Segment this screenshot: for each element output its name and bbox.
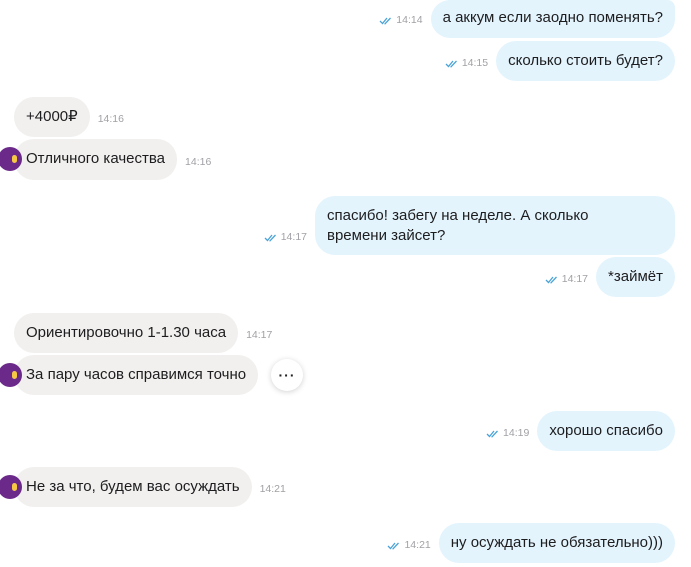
message-meta: 14:16 bbox=[98, 113, 124, 137]
message-time: 14:19 bbox=[503, 427, 530, 439]
message-meta: 14:17 bbox=[264, 231, 307, 255]
read-receipt-icon bbox=[379, 17, 392, 25]
message-incoming[interactable]: Отличного качества 14:16 bbox=[0, 139, 211, 180]
message-time: 14:21 bbox=[259, 483, 286, 495]
message-meta: 14:16 bbox=[185, 156, 211, 180]
more-options-button[interactable]: ··· bbox=[271, 359, 303, 391]
message-incoming[interactable]: +4000₽ 14:16 bbox=[14, 97, 124, 137]
message-bubble[interactable]: За пару часов справимся точно bbox=[14, 355, 259, 395]
message-bubble[interactable]: сколько стоить будет? bbox=[496, 41, 675, 81]
message-bubble[interactable]: *займёт bbox=[596, 257, 675, 297]
more-horizontal-icon: ··· bbox=[278, 367, 296, 383]
read-receipt-icon bbox=[388, 542, 400, 550]
chat-window: 14:14 а аккум если заодно поменять? 14:1… bbox=[0, 0, 691, 567]
message-meta: 14:17 bbox=[246, 329, 272, 353]
message-outgoing[interactable]: 14:15 сколько стоить будет? bbox=[445, 41, 675, 81]
message-bubble[interactable]: Не за что, будем вас осуждать bbox=[14, 467, 252, 507]
message-bubble[interactable]: а аккум если заодно поменять? bbox=[430, 0, 675, 38]
read-receipt-icon bbox=[445, 60, 457, 68]
message-time: 14:17 bbox=[246, 329, 273, 341]
message-meta: 14:21 bbox=[387, 539, 431, 563]
message-meta: 14:15 bbox=[445, 57, 488, 81]
message-incoming[interactable]: За пару часов справимся точно bbox=[0, 355, 259, 395]
read-receipt-icon bbox=[486, 430, 499, 438]
message-bubble[interactable]: +4000₽ bbox=[14, 97, 90, 137]
message-time: 14:15 bbox=[461, 57, 489, 69]
message-meta: 14:17 bbox=[545, 273, 588, 297]
message-time: 14:21 bbox=[404, 539, 431, 551]
message-outgoing[interactable]: 14:14 а аккум если заодно поменять? bbox=[379, 0, 675, 38]
message-incoming[interactable]: Не за что, будем вас осуждать 14:21 bbox=[0, 467, 286, 507]
message-bubble[interactable]: хорошо спасибо bbox=[537, 411, 675, 451]
message-time: 14:17 bbox=[561, 273, 589, 285]
read-receipt-icon bbox=[545, 276, 557, 284]
message-bubble[interactable]: ну осуждать не обязательно))) bbox=[438, 523, 675, 563]
message-meta: 14:14 bbox=[379, 14, 423, 38]
message-bubble[interactable]: Ориентировочно 1-1.30 часа bbox=[14, 313, 239, 353]
message-time: 14:17 bbox=[280, 231, 307, 243]
message-bubble[interactable]: спасибо! забегу на неделе. А сколько вре… bbox=[315, 196, 675, 255]
message-outgoing[interactable]: 14:17 *займёт bbox=[545, 257, 675, 297]
message-outgoing[interactable]: 14:21 ну осуждать не обязательно))) bbox=[387, 523, 675, 563]
message-meta: 14:19 bbox=[486, 427, 529, 451]
message-outgoing[interactable]: 14:19 хорошо спасибо bbox=[486, 411, 675, 451]
message-incoming[interactable]: Ориентировочно 1-1.30 часа 14:17 bbox=[14, 313, 272, 353]
message-time: 14:16 bbox=[185, 156, 212, 168]
message-time: 14:16 bbox=[97, 113, 124, 125]
message-meta: 14:21 bbox=[260, 483, 286, 507]
message-bubble[interactable]: Отличного качества bbox=[14, 139, 178, 180]
message-time: 14:14 bbox=[396, 14, 423, 26]
message-outgoing[interactable]: 14:17 спасибо! забегу на неделе. А сколь… bbox=[264, 196, 675, 255]
read-receipt-icon bbox=[264, 234, 276, 242]
